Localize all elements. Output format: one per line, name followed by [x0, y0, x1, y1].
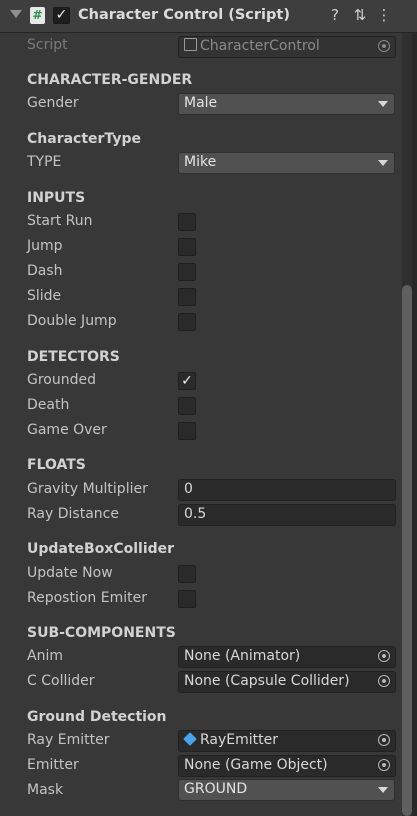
emitter-field[interactable]: None (Game Object) — [178, 755, 396, 777]
grounded-label: Grounded — [27, 372, 96, 388]
repostion-emiter-checkbox[interactable] — [178, 590, 196, 608]
ray-emitter-label: Ray Emitter — [27, 732, 110, 748]
gravity-multiplier-value: 0 — [184, 481, 193, 497]
object-picker-icon[interactable] — [378, 650, 390, 662]
c-collider-label: C Collider — [27, 673, 95, 689]
update-now-checkbox[interactable] — [178, 565, 196, 583]
section-detectors: DETECTORS — [27, 349, 120, 365]
dash-label: Dash — [27, 263, 63, 279]
emitter-label: Emitter — [27, 757, 79, 773]
jump-checkbox[interactable] — [178, 238, 196, 256]
ray-emitter-value: RayEmitter — [200, 732, 279, 748]
section-update-box-collider: UpdateBoxCollider — [27, 541, 175, 557]
emitter-value: None (Game Object) — [184, 757, 328, 773]
component-title: Character Control (Script) — [78, 7, 290, 23]
gender-value: Male — [184, 95, 218, 111]
section-character-type: CharacterType — [27, 131, 141, 147]
gravity-multiplier-label: Gravity Multiplier — [27, 481, 148, 497]
anim-label: Anim — [27, 648, 63, 664]
foldout-arrow-icon[interactable] — [10, 10, 22, 18]
ray-distance-value: 0.5 — [184, 506, 207, 522]
jump-label: Jump — [27, 238, 63, 254]
c-collider-field[interactable]: None (Capsule Collider) — [178, 671, 396, 693]
anim-field[interactable]: None (Animator) — [178, 646, 396, 668]
script-field-value: CharacterControl — [200, 38, 320, 54]
check-icon: ✓ — [181, 373, 193, 389]
object-picker-icon[interactable] — [378, 675, 390, 687]
start-run-checkbox[interactable] — [178, 213, 196, 231]
panel-edge — [412, 33, 417, 816]
dropdown-arrow-icon — [378, 160, 388, 166]
double-jump-checkbox[interactable] — [178, 313, 196, 331]
c-collider-value: None (Capsule Collider) — [184, 673, 350, 689]
object-picker-icon — [378, 40, 390, 52]
game-over-label: Game Over — [27, 422, 107, 438]
script-icon-glyph: # — [32, 8, 43, 22]
update-now-label: Update Now — [27, 565, 113, 581]
script-icon: # — [30, 7, 45, 24]
section-ground-detection: Ground Detection — [27, 709, 167, 725]
game-over-checkbox[interactable] — [178, 422, 196, 440]
gameobject-cube-icon — [183, 732, 197, 746]
mask-value: GROUND — [184, 781, 248, 797]
repostion-emiter-label: Repostion Emiter — [27, 590, 147, 606]
ray-distance-label: Ray Distance — [27, 506, 119, 522]
presets-icon[interactable]: ⇅ — [351, 6, 369, 24]
mask-label: Mask — [27, 782, 64, 798]
object-picker-icon[interactable] — [378, 734, 390, 746]
more-options-icon[interactable]: ⋮ — [375, 6, 393, 24]
object-picker-icon[interactable] — [378, 759, 390, 771]
slide-checkbox[interactable] — [178, 288, 196, 306]
check-icon: ✓ — [55, 7, 68, 23]
section-floats: FLOATS — [27, 457, 86, 473]
section-sub-components: SUB-COMPONENTS — [27, 625, 176, 641]
help-icon[interactable]: ? — [326, 6, 344, 24]
ray-emitter-field[interactable]: RayEmitter — [178, 730, 396, 752]
type-label: TYPE — [27, 154, 62, 170]
script-field: CharacterControl — [178, 36, 396, 58]
section-character-gender: CHARACTER-GENDER — [27, 72, 193, 88]
gender-dropdown[interactable]: Male — [178, 93, 395, 115]
section-inputs: INPUTS — [27, 190, 86, 206]
anim-value: None (Animator) — [184, 648, 301, 664]
death-checkbox[interactable] — [178, 397, 196, 415]
dropdown-arrow-icon — [378, 101, 388, 107]
type-value: Mike — [184, 154, 217, 170]
slide-label: Slide — [27, 288, 62, 304]
component-enabled-checkbox[interactable]: ✓ — [53, 7, 70, 24]
grounded-checkbox[interactable]: ✓ — [178, 372, 196, 390]
double-jump-label: Double Jump — [27, 313, 117, 329]
script-asset-icon — [184, 38, 197, 51]
ray-distance-input[interactable]: 0.5 — [178, 504, 396, 526]
gravity-multiplier-input[interactable]: 0 — [178, 479, 396, 501]
start-run-label: Start Run — [27, 213, 93, 229]
type-dropdown[interactable]: Mike — [178, 152, 395, 174]
component-header: # ✓ Character Control (Script) ? ⇅ ⋮ — [0, 0, 417, 33]
script-label: Script — [27, 37, 68, 53]
gender-label: Gender — [27, 95, 79, 111]
death-label: Death — [27, 397, 70, 413]
scrollbar-thumb[interactable] — [402, 285, 412, 816]
dash-checkbox[interactable] — [178, 263, 196, 281]
mask-dropdown[interactable]: GROUND — [178, 779, 395, 801]
dropdown-arrow-icon — [378, 787, 388, 793]
